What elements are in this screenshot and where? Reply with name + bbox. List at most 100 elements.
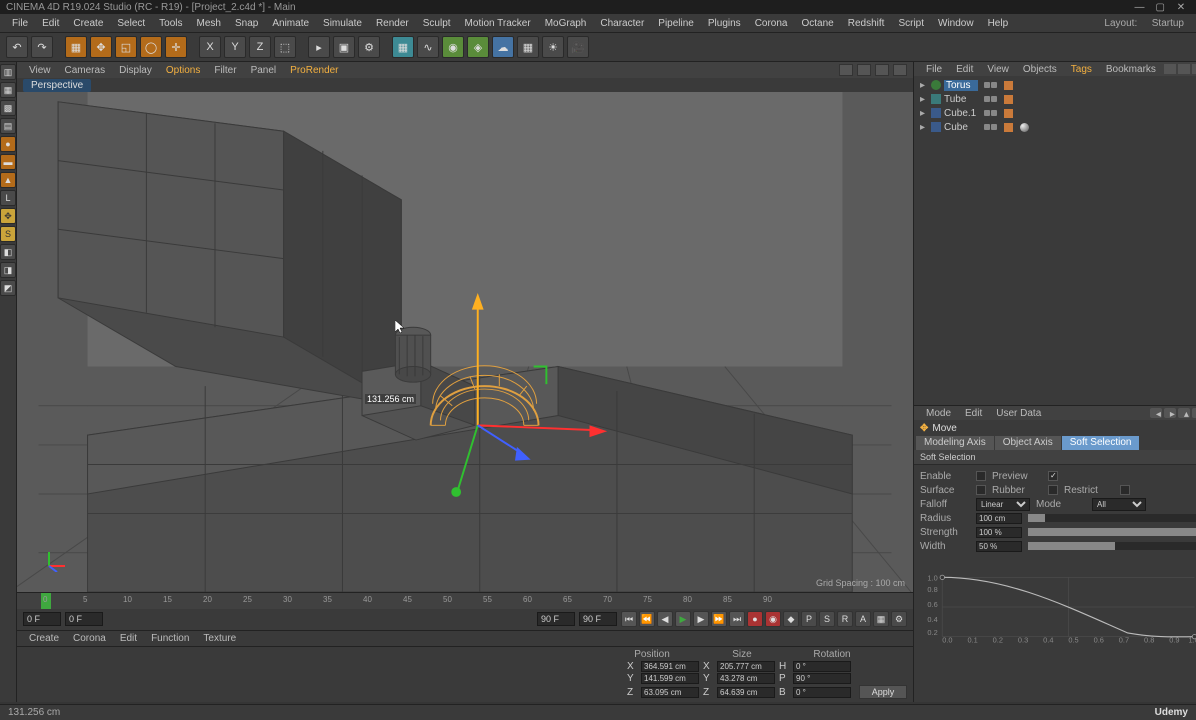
- workplane-mode-icon[interactable]: ◧: [0, 244, 16, 260]
- redo-button[interactable]: ↷: [31, 36, 53, 58]
- point-mode-icon[interactable]: ●: [0, 136, 16, 152]
- edge-mode-icon[interactable]: ▬: [0, 154, 16, 170]
- pan-icon[interactable]: [839, 64, 853, 76]
- rot-h-input[interactable]: [793, 661, 851, 672]
- filter-menu[interactable]: Filter: [208, 64, 242, 77]
- zoom-icon[interactable]: [857, 64, 871, 76]
- om-objects[interactable]: Objects: [1017, 63, 1063, 76]
- attr-back-icon[interactable]: ◂: [1150, 408, 1162, 418]
- options-key-icon[interactable]: ⚙: [891, 611, 907, 627]
- menu-animate[interactable]: Animate: [266, 16, 315, 31]
- time-start2-input[interactable]: [65, 612, 103, 626]
- tab-object-axis[interactable]: Object Axis: [995, 436, 1061, 450]
- y-axis-lock[interactable]: Y: [224, 36, 246, 58]
- size-z-input[interactable]: [717, 687, 775, 698]
- timeline-ruler[interactable]: 0 5 10 15 20 25 30 35 40 45 50 55 60 65 …: [17, 593, 913, 609]
- undo-button[interactable]: ↶: [6, 36, 28, 58]
- add-scene-icon[interactable]: 🎥: [567, 36, 589, 58]
- object-row-torus[interactable]: ▸ Torus: [916, 78, 1196, 92]
- add-environment-icon[interactable]: ☁: [492, 36, 514, 58]
- prev-frame-button[interactable]: ◀: [657, 611, 673, 627]
- om-search-icon[interactable]: [1164, 64, 1176, 74]
- coord-system[interactable]: ⬚: [274, 36, 296, 58]
- layout-icon[interactable]: [893, 64, 907, 76]
- menu-character[interactable]: Character: [594, 16, 650, 31]
- strength-input[interactable]: [976, 527, 1022, 538]
- width-slider[interactable]: [1028, 542, 1196, 550]
- pos-z-input[interactable]: [641, 687, 699, 698]
- object-row-cube1[interactable]: ▸ Cube.1: [916, 106, 1196, 120]
- object-row-cube[interactable]: ▸ Cube: [916, 120, 1196, 134]
- tag-icon[interactable]: [1004, 109, 1013, 118]
- orbit-icon[interactable]: [875, 64, 889, 76]
- menu-edit[interactable]: Edit: [36, 16, 65, 31]
- phong-tag-icon[interactable]: [1020, 123, 1029, 132]
- object-tree[interactable]: ▸ Torus ▸ Tube ▸ Cube.1 ▸: [914, 76, 1196, 406]
- menu-plugins[interactable]: Plugins: [702, 16, 747, 31]
- autokey-button[interactable]: ◉: [765, 611, 781, 627]
- menu-create[interactable]: Create: [67, 16, 109, 31]
- menu-file[interactable]: File: [6, 16, 34, 31]
- prorender-menu[interactable]: ProRender: [284, 64, 344, 77]
- attr-edit[interactable]: Edit: [959, 407, 988, 420]
- add-camera-icon[interactable]: ▦: [517, 36, 539, 58]
- close-button[interactable]: ✕: [1172, 2, 1190, 13]
- restrict-checkbox[interactable]: [1120, 485, 1130, 495]
- om-filter-icon[interactable]: [1178, 64, 1190, 74]
- tag-icon[interactable]: [1004, 81, 1013, 90]
- axis-mode-icon[interactable]: L: [0, 190, 16, 206]
- pla-key-icon[interactable]: ▦: [873, 611, 889, 627]
- menu-corona[interactable]: Corona: [749, 16, 794, 31]
- panel-menu[interactable]: Panel: [245, 64, 283, 77]
- tag-icon[interactable]: [1004, 123, 1013, 132]
- om-tags[interactable]: Tags: [1065, 63, 1098, 76]
- model-mode-icon[interactable]: ▦: [0, 82, 16, 98]
- time-end2-input[interactable]: [579, 612, 617, 626]
- param-key-icon[interactable]: A: [855, 611, 871, 627]
- width-input[interactable]: [976, 541, 1022, 552]
- menu-pipeline[interactable]: Pipeline: [652, 16, 700, 31]
- time-start-input[interactable]: [23, 612, 61, 626]
- radius-input[interactable]: [976, 513, 1022, 524]
- menu-script[interactable]: Script: [892, 16, 930, 31]
- render-region[interactable]: ▣: [333, 36, 355, 58]
- attr-userdata[interactable]: User Data: [990, 407, 1047, 420]
- menu-sculpt[interactable]: Sculpt: [417, 16, 457, 31]
- size-x-input[interactable]: [717, 661, 775, 672]
- next-key-button[interactable]: ⏩: [711, 611, 727, 627]
- object-row-tube[interactable]: ▸ Tube: [916, 92, 1196, 106]
- radius-slider[interactable]: [1028, 514, 1196, 522]
- tag-icon[interactable]: [1004, 95, 1013, 104]
- scale-key-icon[interactable]: S: [819, 611, 835, 627]
- menu-snap[interactable]: Snap: [229, 16, 264, 31]
- apply-button[interactable]: Apply: [859, 685, 907, 699]
- mat-create[interactable]: Create: [23, 632, 65, 645]
- locked-workplane-icon[interactable]: ◨: [0, 262, 16, 278]
- menu-motion-tracker[interactable]: Motion Tracker: [459, 16, 537, 31]
- mat-corona[interactable]: Corona: [67, 632, 112, 645]
- keyframe-button[interactable]: ◆: [783, 611, 799, 627]
- goto-end-button[interactable]: ⏭: [729, 611, 745, 627]
- display-menu[interactable]: Display: [113, 64, 158, 77]
- strength-slider[interactable]: [1028, 528, 1196, 536]
- menu-mesh[interactable]: Mesh: [191, 16, 227, 31]
- size-y-input[interactable]: [717, 673, 775, 684]
- mat-edit[interactable]: Edit: [114, 632, 143, 645]
- maximize-button[interactable]: ▢: [1151, 2, 1169, 13]
- next-frame-button[interactable]: ▶: [693, 611, 709, 627]
- make-editable-icon[interactable]: ▥: [0, 64, 16, 80]
- layout-selector[interactable]: Layout: Startup: [1098, 18, 1196, 29]
- minimize-button[interactable]: —: [1130, 2, 1148, 13]
- rot-b-input[interactable]: [793, 687, 851, 698]
- rubber-checkbox[interactable]: [1048, 485, 1058, 495]
- surface-checkbox[interactable]: [976, 485, 986, 495]
- scale-tool[interactable]: ◱: [115, 36, 137, 58]
- mode-select[interactable]: All: [1092, 498, 1146, 511]
- om-bookmarks[interactable]: Bookmarks: [1100, 63, 1162, 76]
- perspective-tab[interactable]: Perspective: [23, 79, 91, 92]
- menu-tools[interactable]: Tools: [153, 16, 188, 31]
- workplane-icon[interactable]: ▤: [0, 118, 16, 134]
- goto-start-button[interactable]: ⏮: [621, 611, 637, 627]
- menu-render[interactable]: Render: [370, 16, 415, 31]
- snap-icon[interactable]: S: [0, 226, 16, 242]
